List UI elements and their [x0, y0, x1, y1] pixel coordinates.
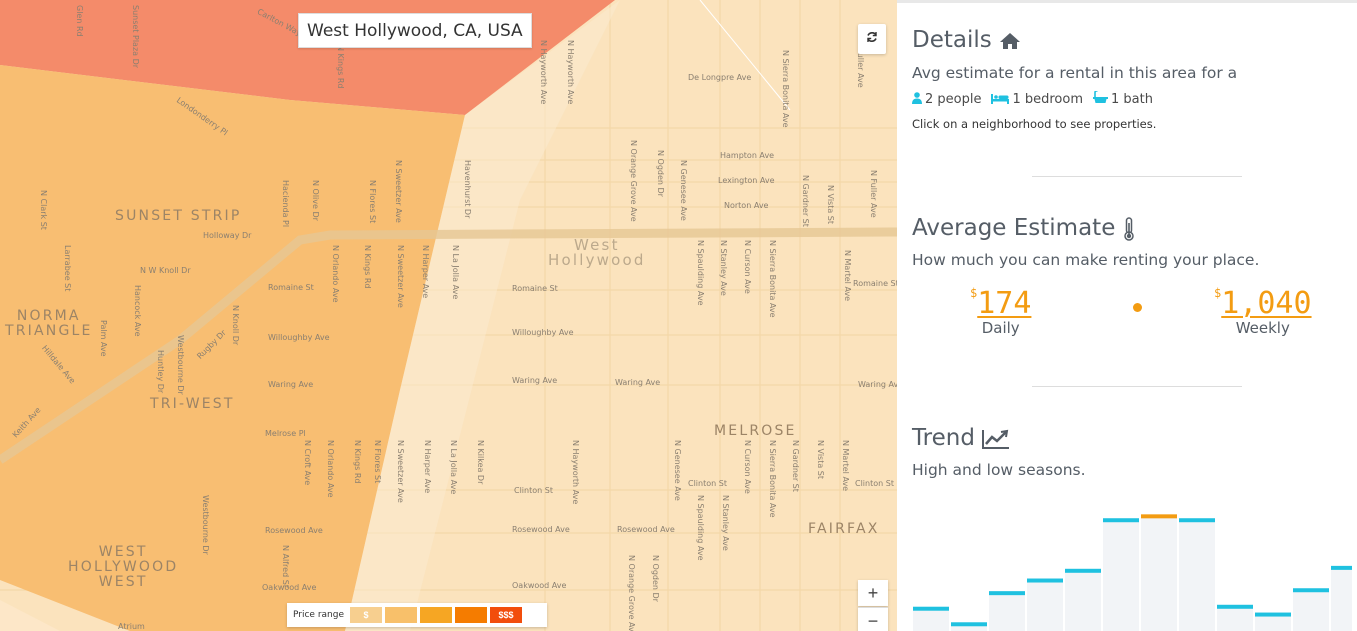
street-label: Hampton Ave — [720, 151, 775, 160]
trend-bar-cap — [951, 622, 987, 627]
street-label: Atrium — [118, 622, 145, 631]
price-level-2 — [385, 607, 417, 623]
details-subtitle: Avg estimate for a rental in this area f… — [912, 64, 1238, 82]
zoom-out-button[interactable]: − — [858, 607, 888, 631]
street-label: Rosewood Ave — [265, 526, 323, 535]
people-count: 2 people — [925, 92, 982, 107]
street-label: Willoughby Ave — [512, 328, 574, 337]
street-label: Waring Ave — [615, 378, 661, 387]
bath-icon — [1093, 90, 1111, 108]
trend-bar-cap — [1103, 518, 1139, 523]
hood-west-hollywood: West Hollywood — [548, 236, 646, 269]
estimate-heading: Average Estimate — [912, 215, 1135, 241]
weekly-estimate-value: 1,040 — [1221, 286, 1312, 321]
trend-bar[interactable] — [1217, 606, 1253, 631]
trend-bar[interactable] — [1255, 614, 1291, 631]
refresh-icon — [866, 30, 878, 47]
trend-bar[interactable] — [1065, 570, 1101, 631]
price-level-1: $ — [350, 607, 382, 623]
hood-tri-west: TRI-WEST — [150, 396, 235, 412]
street-label: Clinton St — [514, 486, 553, 495]
price-range-label: Price range — [293, 610, 344, 620]
bed-icon — [991, 92, 1012, 108]
street-label: Melrose Pl — [265, 429, 306, 438]
map[interactable]: SUNSET STRIP NORMA TRIANGLE TRI-WEST WES… — [0, 0, 897, 631]
trend-bar-cap — [1217, 604, 1253, 609]
trend-bar[interactable] — [1027, 580, 1063, 631]
daily-estimate[interactable]: $174 Daily — [970, 286, 1031, 337]
trend-heading: Trend — [912, 425, 1010, 451]
refresh-map-button[interactable] — [858, 24, 886, 54]
street-label: Romaine St — [512, 284, 558, 293]
trend-chart[interactable] — [912, 493, 1352, 631]
street-label: Norton Ave — [724, 201, 769, 210]
hood-sunset-strip: SUNSET STRIP — [115, 208, 242, 224]
home-icon — [999, 27, 1021, 53]
street-label: Rosewood Ave — [512, 525, 570, 534]
price-level-3 — [420, 607, 452, 623]
trend-bar[interactable] — [1141, 516, 1177, 631]
street-label: Romaine St — [853, 279, 897, 288]
street-label: Holloway Dr — [203, 231, 252, 240]
guest-summary: 2 people 1 bedroom 1 bath — [912, 90, 1163, 108]
trend-bar-cap — [1141, 514, 1177, 519]
street-label: Lexington Ave — [718, 176, 775, 185]
bedroom-count: 1 bedroom — [1012, 92, 1084, 107]
hood-melrose: MELROSE — [714, 423, 797, 439]
details-heading: Details — [912, 27, 1021, 53]
price-level-4 — [455, 607, 487, 623]
street-label: Oakwood Ave — [512, 581, 567, 590]
hood-norma-triangle: NORMA TRIANGLE — [5, 308, 93, 339]
estimate-title: Average Estimate — [912, 215, 1116, 241]
trend-bar-cap — [1331, 565, 1352, 570]
trend-bar[interactable] — [1331, 567, 1352, 631]
trend-bar-cap — [1065, 568, 1101, 573]
bath-count: 1 bath — [1111, 92, 1153, 107]
thermometer-icon — [1123, 215, 1135, 241]
trend-bar[interactable] — [1293, 590, 1329, 631]
daily-estimate-value: 174 — [977, 286, 1032, 321]
divider — [1032, 386, 1242, 387]
street-label: Romaine St — [268, 283, 314, 292]
trend-bar-cap — [1293, 588, 1329, 593]
trend-bar-cap — [1027, 578, 1063, 583]
street-label: N W Knoll Dr — [140, 266, 191, 275]
chart-line-icon — [982, 425, 1010, 451]
details-title: Details — [912, 27, 992, 53]
street-label: Willoughby Ave — [268, 333, 330, 342]
trend-bar[interactable] — [989, 593, 1025, 631]
trend-title: Trend — [912, 425, 975, 451]
trend-bar-cap — [1255, 612, 1291, 617]
street-label: Clinton St — [688, 479, 727, 488]
hood-west-hollywood-west: WEST HOLLYWOOD WEST — [68, 544, 179, 590]
trend-bar-cap — [913, 606, 949, 611]
street-label: De Longpre Ave — [688, 73, 752, 82]
zoom-in-button[interactable]: + — [858, 580, 888, 606]
hood-fairfax: FAIRFAX — [808, 521, 880, 537]
trend-bar-cap — [1179, 518, 1215, 523]
daily-label: Daily — [981, 319, 1020, 337]
weekly-label: Weekly — [1235, 319, 1290, 337]
trend-bar[interactable] — [1103, 520, 1139, 631]
price-level-5: $$$ — [490, 607, 522, 623]
street-label: Waring Ave — [268, 380, 314, 389]
trend-subtitle: High and low seasons. — [912, 461, 1086, 479]
weekly-estimate[interactable]: $1,040 Weekly — [1214, 286, 1312, 337]
street-label: Rosewood Ave — [617, 525, 675, 534]
separator-dot — [1133, 303, 1142, 312]
details-panel: Details Avg estimate for a rental in thi… — [897, 0, 1357, 631]
trend-bar-cap — [989, 591, 1025, 596]
street-label: Waring Ave — [512, 376, 558, 385]
location-search-input[interactable]: West Hollywood, CA, USA — [298, 13, 532, 48]
price-range-legend: Price range $ $$$ — [287, 603, 547, 627]
trend-bar[interactable] — [913, 608, 949, 631]
street-label: Waring Ave — [858, 380, 897, 389]
street-label: Clinton St — [855, 479, 894, 488]
estimate-subtitle: How much you can make renting your place… — [912, 251, 1260, 269]
click-hint: Click on a neighborhood to see propertie… — [912, 117, 1157, 131]
user-icon — [912, 91, 925, 108]
divider — [1032, 176, 1242, 177]
trend-bar[interactable] — [1179, 520, 1215, 631]
